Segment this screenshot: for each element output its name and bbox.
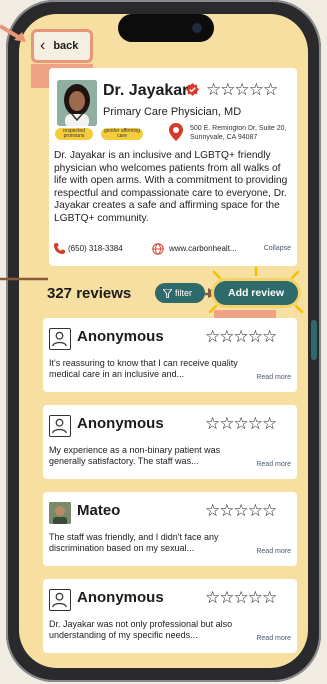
doctor-bio: Dr. Jayakar is an inclusive and LGBTQ+ f… [54,150,288,224]
doctor-photo [57,80,97,126]
doctor-phone[interactable]: (650) 318-3384 [68,244,123,253]
tag-respected-pronouns: respected pronouns [55,128,93,140]
chevron-left-icon: ‹ [40,37,46,54]
review-card[interactable]: Anonymous ☆☆☆☆☆ Dr. Jayakar was not only… [43,579,297,653]
location-pin-icon [169,123,183,141]
review-card[interactable]: Mateo ☆☆☆☆☆ The staff was friendly, and … [43,492,297,566]
add-review-button[interactable]: Add review [214,281,298,305]
back-button[interactable]: ‹ back [31,29,93,63]
doctor-rating-stars: ☆☆☆☆☆ [206,80,278,99]
review-stars: ☆☆☆☆☆ [205,501,277,520]
phone-icon [54,243,65,254]
review-author: Mateo [77,502,121,519]
back-label: back [53,40,79,52]
doctor-specialty: Primary Care Physician, MD [103,106,242,118]
review-text: Dr. Jayakar was not only professional bu… [49,619,233,640]
annotation-arrow-left-icon [0,277,48,281]
review-card[interactable]: Anonymous ☆☆☆☆☆ It's reassuring to know … [43,318,297,392]
read-more-link[interactable]: Read more [256,461,291,468]
contact-row: (650) 318-3384 www.carbonhealt... Collap… [54,242,294,256]
read-more-link[interactable]: Read more [256,635,291,642]
read-more-link[interactable]: Read more [256,548,291,555]
review-author: Anonymous [77,328,164,345]
verified-badge-icon [186,83,199,96]
dynamic-island [118,14,214,42]
review-author: Anonymous [77,415,164,432]
doctor-address: 500 E. Remington Dr, Suite 20, Sunnyvale… [190,125,287,141]
globe-icon [152,243,164,255]
user-outline-icon [49,328,71,350]
filter-button[interactable]: filter [155,283,205,303]
user-outline-icon [49,415,71,437]
doctor-website[interactable]: www.carbonhealt... [169,244,237,253]
review-author: Anonymous [77,589,164,606]
review-text: My experience as a non-binary patient wa… [49,445,221,466]
filter-label: filter [175,288,193,298]
camera-icon [192,23,202,33]
reviews-count: 327 reviews [47,285,132,302]
review-stars: ☆☆☆☆☆ [205,588,277,607]
reviewer-photo [49,502,71,524]
review-stars: ☆☆☆☆☆ [205,414,277,433]
doctor-name: Dr. Jayakar [103,82,189,99]
review-text: The staff was friendly, and I didn't fac… [49,532,219,553]
doctor-portrait-icon [57,80,97,126]
read-more-link[interactable]: Read more [256,374,291,381]
filter-icon [163,288,172,298]
review-text: It's reassuring to know that I can recei… [49,358,238,379]
reviews-scrollbar[interactable] [311,320,317,360]
tag-gender-affirming-care: gender affirming care [101,128,143,140]
user-outline-icon [49,589,71,611]
review-card[interactable]: Anonymous ☆☆☆☆☆ My experience as a non-b… [43,405,297,479]
collapse-link[interactable]: Collapse [264,245,291,252]
review-stars: ☆☆☆☆☆ [205,327,277,346]
annotation-arrow-icon [0,24,26,42]
doctor-profile-card: Dr. Jayakar ☆☆☆☆☆ Primary Care Physician… [49,68,297,266]
